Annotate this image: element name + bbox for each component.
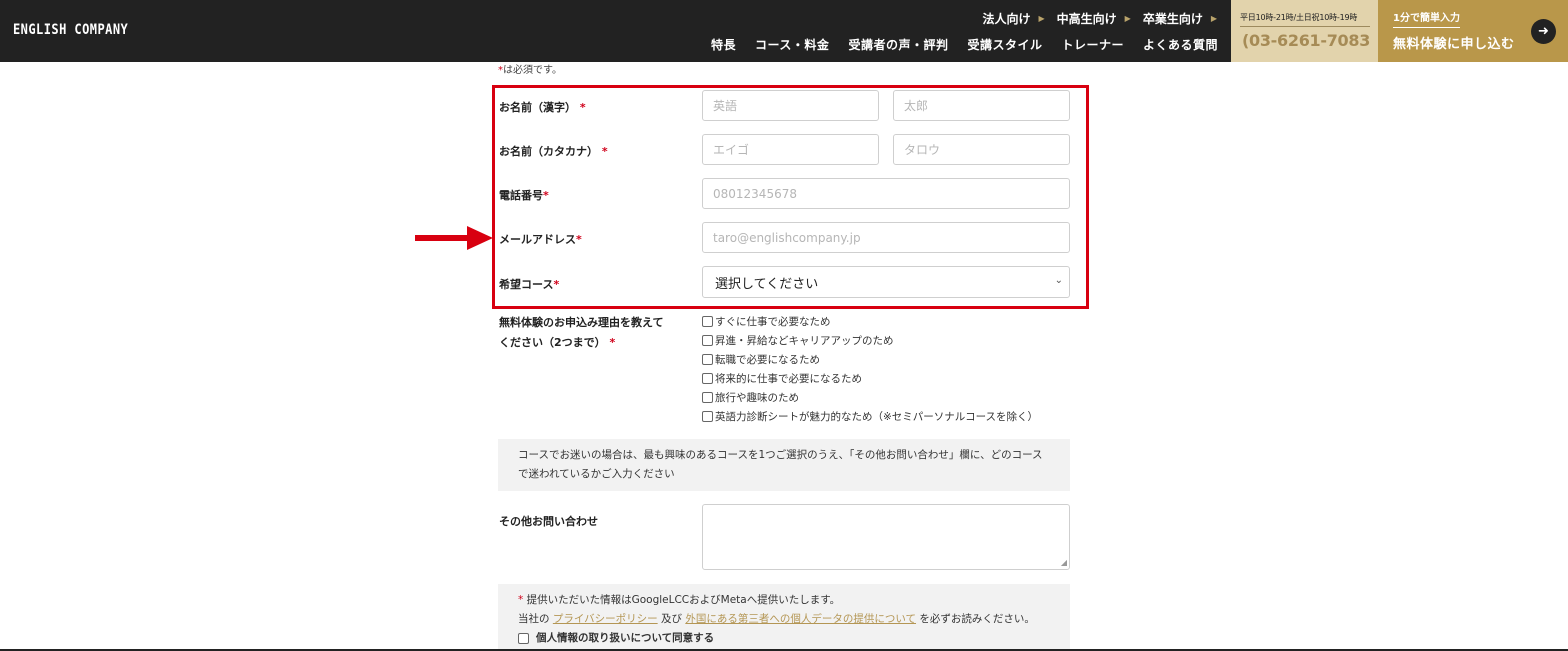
resize-grip-icon[interactable]: ◢ (1061, 558, 1067, 567)
phone-box[interactable]: 平日10時-21時/土日祝10時-19時 (03-6261-7083 (1231, 0, 1378, 62)
divider (1240, 26, 1370, 27)
checkbox[interactable] (518, 633, 529, 644)
nav-styles[interactable]: 受講スタイル (967, 36, 1042, 53)
nav-trainers[interactable]: トレーナー (1061, 36, 1124, 53)
audience-links: 法人向け ▶ 中高生向け ▶ 卒業生向け ▶ (982, 10, 1217, 27)
phone-label: 電話番号* (499, 189, 549, 202)
reason-checkbox-group: すぐに仕事で必要なため 昇進・昇給などキャリアアップのため 転職で必要になるため… (702, 312, 1038, 426)
reason-option[interactable]: 転職で必要になるため (702, 350, 1038, 369)
triangle-right-icon: ▶ (1038, 14, 1045, 23)
phone-number: (03-6261-7083 (1242, 31, 1371, 50)
reason-option[interactable]: すぐに仕事で必要なため (702, 312, 1038, 331)
name-kana-label: お名前（カタカナ） * (499, 145, 608, 158)
email-input[interactable] (702, 222, 1070, 253)
triangle-right-icon: ▶ (1124, 14, 1131, 23)
reason-option[interactable]: 英語力診断シートが魅力的なため（※セミパーソナルコースを除く） (702, 407, 1038, 426)
nav-reviews[interactable]: 受講者の声・評判 (848, 36, 948, 53)
first-name-kanji-input[interactable] (893, 90, 1070, 121)
phone-handset-icon: ( (1242, 31, 1250, 50)
reason-label: 無料体験のお申込み理由を教えて ください（2つまで） * (499, 316, 664, 349)
checkbox[interactable] (702, 411, 713, 422)
email-label: メールアドレス* (499, 233, 582, 246)
checkbox[interactable] (702, 392, 713, 403)
course-help-note: コースでお迷いの場合は、最も興味のあるコースを1つご選択のうえ、「その他お問い合… (498, 439, 1070, 491)
cta-label: 無料体験に申し込む (1393, 37, 1515, 52)
nav-courses-pricing[interactable]: コース・料金 (755, 36, 829, 53)
annotation-arrow-icon (415, 226, 493, 250)
checkbox[interactable] (702, 316, 713, 327)
first-name-kana-input[interactable] (893, 134, 1070, 165)
site-logo[interactable]: ENGLISH COMPANY (13, 22, 128, 38)
triangle-right-icon: ▶ (1210, 14, 1217, 23)
nav-faq[interactable]: よくある質問 (1143, 36, 1218, 53)
privacy-consent-checkbox[interactable]: 個人情報の取り扱いについて同意する (518, 629, 1050, 648)
last-name-kanji-input[interactable] (702, 90, 879, 121)
course-select[interactable]: 選択してください ⌄ (702, 266, 1070, 298)
required-note: *は必須です。 (498, 65, 562, 76)
link-corporate[interactable]: 法人向け ▶ (982, 10, 1044, 27)
cta-subtitle: 1分で簡単入力 (1393, 9, 1460, 28)
last-name-kana-input[interactable] (702, 134, 879, 165)
course-label: 希望コース* (499, 278, 560, 291)
phone-hours: 平日10時-21時/土日祝10時-19時 (1240, 13, 1358, 22)
checkbox[interactable] (702, 354, 713, 365)
consent-box: * 提供いただいた情報はGoogleLCCおよびMetaへ提供いたします。 当社… (498, 584, 1070, 651)
trial-cta-button[interactable]: 1分で簡単入力 無料体験に申し込む ➜ (1378, 0, 1568, 62)
privacy-policy-link[interactable]: プライバシーポリシー (553, 613, 658, 625)
reason-option[interactable]: 将来的に仕事で必要になるため (702, 369, 1038, 388)
link-students[interactable]: 中高生向け ▶ (1057, 10, 1131, 27)
arrow-right-icon: ➜ (1531, 19, 1556, 44)
name-kanji-label: お名前（漢字） * (499, 101, 586, 114)
nav-features[interactable]: 特長 (711, 36, 736, 53)
main-nav: 特長 コース・料金 受講者の声・評判 受講スタイル トレーナー よくある質問 (711, 36, 1218, 53)
other-inquiry-textarea[interactable]: ◢ (702, 504, 1070, 570)
chevron-down-icon: ⌄ (1054, 275, 1063, 286)
other-inquiry-label: その他お問い合わせ (499, 515, 598, 528)
phone-input[interactable] (702, 178, 1070, 209)
checkbox[interactable] (702, 373, 713, 384)
reason-option[interactable]: 昇進・昇給などキャリアアップのため (702, 331, 1038, 350)
site-header: ENGLISH COMPANY 法人向け ▶ 中高生向け ▶ 卒業生向け ▶ 特長 コ… (0, 0, 1568, 62)
link-graduates[interactable]: 卒業生向け ▶ (1143, 10, 1217, 27)
reason-option[interactable]: 旅行や趣味のため (702, 388, 1038, 407)
checkbox[interactable] (702, 335, 713, 346)
third-party-data-link[interactable]: 外国にある第三者への個人データの提供について (685, 613, 916, 625)
